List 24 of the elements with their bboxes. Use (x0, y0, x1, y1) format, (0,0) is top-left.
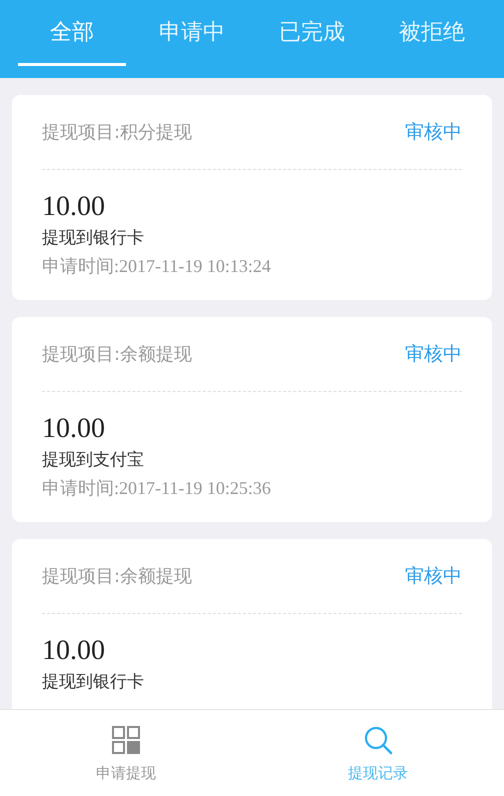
tab[interactable]: 申请中 (138, 0, 246, 66)
tab[interactable]: 被拒绝 (378, 0, 486, 66)
time-text: 申请时间:2017-11-19 10:25:36 (42, 477, 272, 500)
grid-icon (110, 724, 142, 756)
method-text: 提现到银行卡 (42, 227, 145, 250)
record-card[interactable]: 提现项目:余额提现 审核中 10.00 提现到支付宝 申请时间:2017-11-19 10:25:36 (12, 317, 492, 522)
record-card[interactable]: 提现项目:余额提现 审核中 10.00 提现到银行卡 (12, 539, 492, 709)
time-text: 申请时间:2017-11-19 10:13:24 (42, 255, 272, 278)
status-label: 审核中 (405, 564, 462, 589)
status-label: 审核中 (405, 342, 462, 367)
method-text: 提现到支付宝 (42, 449, 145, 472)
tab[interactable]: 已完成 (258, 0, 366, 66)
method-text: 提现到银行卡 (42, 671, 145, 694)
amount-text: 10.00 (42, 190, 106, 224)
project-label: 提现项目:积分提现 (42, 121, 192, 144)
project-label: 提现项目:余额提现 (42, 343, 192, 366)
tab[interactable]: 全部 (18, 0, 126, 66)
record-card[interactable]: 提现项目:积分提现 审核中 10.00 提现到银行卡 申请时间:2017-11-19 10:13:24 (12, 95, 492, 300)
status-label: 审核中 (405, 120, 462, 145)
amount-text: 10.00 (42, 634, 106, 668)
amount-text: 10.00 (42, 412, 106, 446)
nav-item[interactable]: 提现记录 (252, 710, 504, 796)
project-label: 提现项目:余额提现 (42, 565, 192, 588)
nav-item[interactable]: 申请提现 (0, 710, 252, 796)
